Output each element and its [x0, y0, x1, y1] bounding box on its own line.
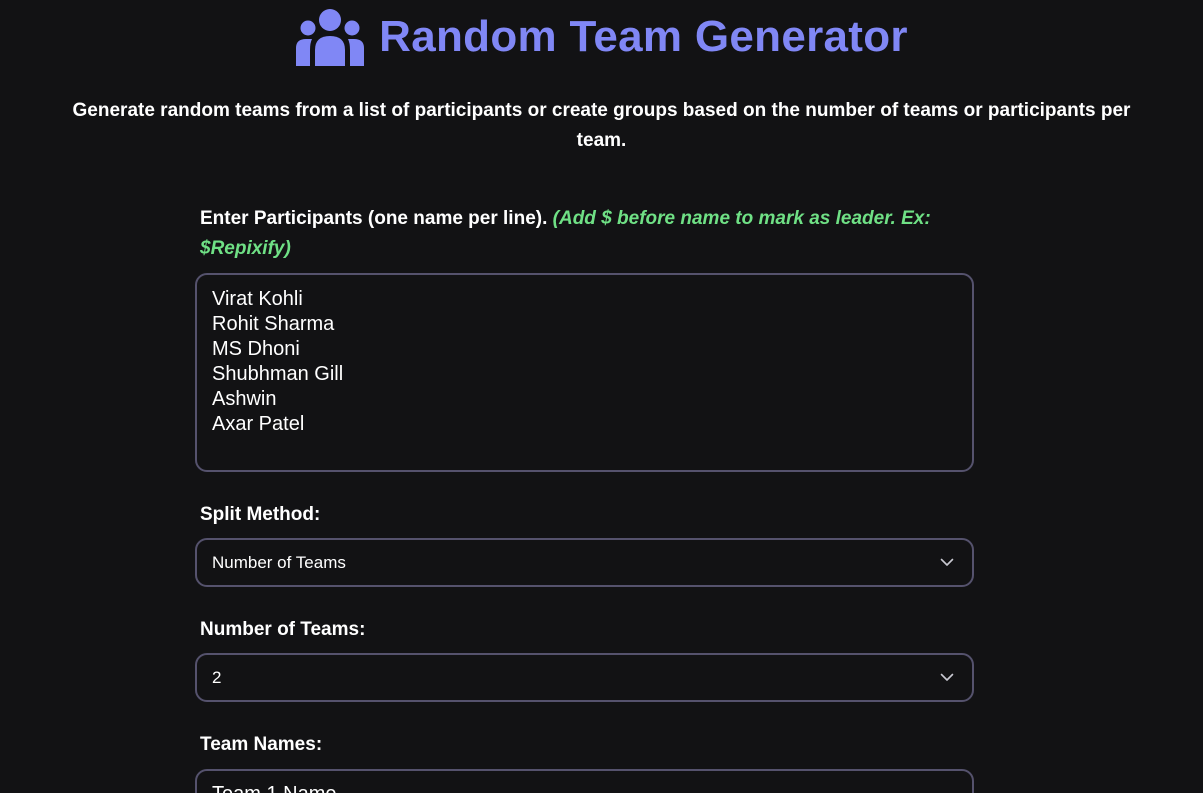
number-of-teams-label: Number of Teams: [200, 619, 366, 640]
participant-name: MS Dhoni [212, 338, 300, 360]
number-of-teams-selected-value: 2 [212, 667, 222, 687]
participant-name: Ashwin [212, 388, 277, 410]
chevron-down-icon [940, 558, 954, 566]
chevron-down-icon [940, 673, 954, 681]
page-title: Random Team Generator [379, 12, 908, 61]
page: Random Team Generator Generate random te… [0, 0, 1203, 793]
team-generator-form: Enter Participants (one name per line). … [195, 204, 974, 793]
header: Random Team Generator [0, 8, 1203, 66]
team-names-label: Team Names: [200, 734, 323, 755]
participant-name: Axar Patel [212, 413, 305, 435]
team-name-value: Team 1 Name [212, 783, 337, 793]
page-subtitle: Generate random teams from a list of par… [72, 100, 1131, 151]
team-name-input[interactable]: Team 1 Name [195, 769, 974, 793]
participant-name: Virat Kohli [212, 288, 303, 310]
participant-name: Rohit Sharma [212, 313, 335, 335]
participants-textarea[interactable]: Virat Kohli Rohit Sharma MS Dhoni Shubhman … [195, 273, 974, 472]
participant-name: Shubhman Gill [212, 363, 344, 385]
number-of-teams-select[interactable]: 2 [195, 653, 974, 702]
split-method-selected-value: Number of Teams [212, 552, 346, 572]
split-method-label: Split Method: [200, 504, 321, 525]
users-group-icon [296, 9, 365, 66]
split-method-select[interactable]: Number of Teams [195, 538, 974, 587]
participants-label-text: Enter Participants (one name per line). [200, 208, 548, 229]
participants-label: Enter Participants (one name per line). … [195, 204, 974, 264]
